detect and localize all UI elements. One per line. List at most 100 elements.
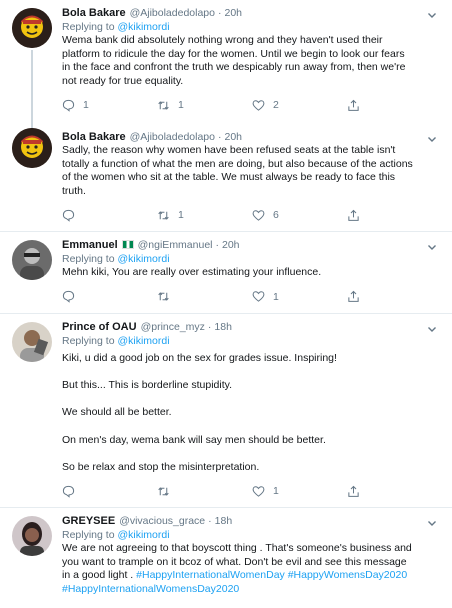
share-button[interactable] bbox=[347, 209, 442, 222]
avatar[interactable] bbox=[12, 240, 52, 280]
mention-link[interactable]: @kikimordi bbox=[117, 335, 169, 347]
tweet-text-line: not ready for true equality. bbox=[62, 74, 184, 87]
timestamp[interactable]: 18h bbox=[215, 514, 233, 528]
replying-to: Replying to @kikimordi bbox=[62, 252, 442, 266]
retweet-icon bbox=[158, 292, 169, 301]
retweet-button[interactable]: 1 bbox=[157, 209, 252, 222]
replying-label: Replying to bbox=[62, 335, 115, 347]
tweet-paragraph: Kiki, u did a good job on the sex for gr… bbox=[62, 352, 337, 364]
tweet-text-line: #HappyInternationalWomensDay2020 bbox=[62, 583, 442, 597]
tweet-text-line: truth. bbox=[62, 184, 86, 197]
replying-label: Replying to bbox=[62, 253, 115, 265]
avatar[interactable] bbox=[12, 128, 52, 168]
share-button[interactable] bbox=[347, 290, 442, 303]
tweet-text-segment: in a good light . bbox=[62, 569, 137, 582]
tweet[interactable]: Bola Bakare @Ajiboladedolapo · 20h Reply… bbox=[0, 0, 452, 130]
user-handle[interactable]: @vivacious_grace bbox=[119, 514, 205, 528]
tweet-text-line: in a good light . #HappyInternationalWom… bbox=[62, 569, 442, 583]
tweet-text-line: We are not agreeing to that boyscott thi… bbox=[62, 542, 412, 554]
hashtag-link[interactable]: #HappyWomensDay2020 bbox=[288, 569, 407, 581]
reply-button[interactable] bbox=[62, 485, 157, 498]
share-button[interactable] bbox=[347, 485, 442, 498]
like-count: 1 bbox=[273, 290, 279, 303]
like-count: 6 bbox=[273, 209, 279, 222]
replying-label: Replying to bbox=[62, 21, 115, 33]
tweet-paragraph: On men's day, wema bank will say men sho… bbox=[62, 433, 326, 446]
retweet-button[interactable]: 1 bbox=[157, 99, 252, 112]
chevron-down-icon[interactable] bbox=[426, 517, 438, 529]
tweet[interactable]: Prince of OAU @prince_myz · 18h Replying… bbox=[0, 314, 452, 508]
mention-link[interactable]: @kikimordi bbox=[117, 529, 169, 541]
like-button[interactable]: 2 bbox=[252, 99, 347, 112]
display-name[interactable]: Emmanuel bbox=[62, 238, 118, 252]
tweet-header: GREYSEE @vivacious_grace · 18h bbox=[62, 514, 442, 528]
like-button[interactable]: 1 bbox=[252, 290, 347, 303]
reply-icon bbox=[62, 209, 75, 222]
hashtag-link[interactable]: #HappyInternationalWomensDay2020 bbox=[62, 583, 239, 595]
timestamp[interactable]: 18h bbox=[214, 320, 232, 334]
like-button[interactable]: 6 bbox=[252, 209, 347, 222]
chevron-down-icon[interactable] bbox=[426, 323, 438, 335]
tweet-header: Emmanuel @ngiEmmanuel · 20h bbox=[62, 238, 442, 252]
tweet-text: We are not agreeing to that boyscott thi… bbox=[62, 542, 442, 596]
timestamp[interactable]: 20h bbox=[224, 130, 242, 144]
avatar[interactable] bbox=[12, 516, 52, 556]
timestamp[interactable]: 20h bbox=[224, 6, 242, 20]
heart-icon bbox=[252, 100, 265, 111]
display-name[interactable]: GREYSEE bbox=[62, 514, 115, 528]
heart-icon bbox=[252, 291, 265, 302]
retweet-button[interactable] bbox=[157, 290, 252, 303]
heart-icon bbox=[252, 486, 265, 497]
tweet-text-line: Sadly, the reason why women have been re… bbox=[62, 144, 396, 156]
share-icon bbox=[348, 99, 359, 111]
user-handle[interactable]: @Ajiboladedolapo bbox=[130, 6, 215, 20]
share-button[interactable] bbox=[347, 99, 442, 112]
tweet-text-line: Wema bank did absolutely nothing wrong a… bbox=[62, 34, 383, 46]
heart-icon bbox=[252, 210, 265, 221]
display-name[interactable]: Bola Bakare bbox=[62, 130, 126, 144]
separator: · bbox=[208, 515, 212, 527]
tweet-actions: 1 1 2 bbox=[62, 92, 442, 118]
tweet[interactable]: GREYSEE @vivacious_grace · 18h Replying … bbox=[0, 508, 452, 608]
mention-link[interactable]: @kikimordi bbox=[117, 253, 169, 265]
mention-link[interactable]: @kikimordi bbox=[117, 21, 169, 33]
share-icon bbox=[348, 485, 359, 497]
retweet-icon bbox=[158, 211, 169, 220]
thread-line bbox=[31, 50, 33, 130]
chevron-down-icon[interactable] bbox=[426, 241, 438, 253]
display-name[interactable]: Bola Bakare bbox=[62, 6, 126, 20]
tweet-text-line: Mehn kiki, You are really over estimatin… bbox=[62, 266, 322, 278]
reply-count: 1 bbox=[83, 99, 89, 112]
reply-icon bbox=[62, 485, 75, 498]
tweet[interactable]: Bola Bakare @Ajiboladedolapo · 20h Sadly… bbox=[0, 124, 452, 232]
tweet-text-line: of the women who sit at the table. We mu… bbox=[62, 171, 396, 184]
tweet-paragraph: So be relax and stop the misinterpretati… bbox=[62, 460, 260, 473]
tweet-header: Bola Bakare @Ajiboladedolapo · 20h bbox=[62, 6, 442, 20]
reply-button[interactable] bbox=[62, 209, 157, 222]
display-name[interactable]: Prince of OAU bbox=[62, 320, 137, 334]
tweet-text: Kiki, u did a good job on the sex for gr… bbox=[62, 352, 442, 474]
reply-button[interactable]: 1 bbox=[62, 99, 157, 112]
user-handle[interactable]: @Ajiboladedolapo bbox=[130, 130, 215, 144]
separator: · bbox=[215, 239, 220, 251]
chevron-down-icon[interactable] bbox=[426, 133, 438, 145]
reply-icon bbox=[62, 99, 75, 112]
hashtag-link[interactable]: #HappyInternationalWomenDay bbox=[136, 569, 285, 581]
tweet-actions: 1 bbox=[62, 284, 442, 310]
reply-button[interactable] bbox=[62, 290, 157, 303]
retweet-count: 1 bbox=[178, 209, 184, 222]
user-handle[interactable]: @prince_myz bbox=[141, 320, 205, 334]
chevron-down-icon[interactable] bbox=[426, 9, 438, 21]
like-button[interactable]: 1 bbox=[252, 485, 347, 498]
user-handle[interactable]: @ngiEmmanuel bbox=[138, 238, 213, 252]
retweet-button[interactable] bbox=[157, 485, 252, 498]
timestamp[interactable]: 20h bbox=[222, 238, 240, 252]
tweet-actions: 1 bbox=[62, 478, 442, 504]
avatar[interactable] bbox=[12, 8, 52, 48]
separator: · bbox=[217, 131, 222, 143]
tweet-actions: 1 6 bbox=[62, 202, 442, 228]
avatar[interactable] bbox=[12, 322, 52, 362]
share-icon bbox=[348, 290, 359, 303]
tweet-text-line: in the face and confront the truth we de… bbox=[62, 61, 406, 74]
tweet[interactable]: Emmanuel @ngiEmmanuel · 20h Replying to … bbox=[0, 232, 452, 314]
